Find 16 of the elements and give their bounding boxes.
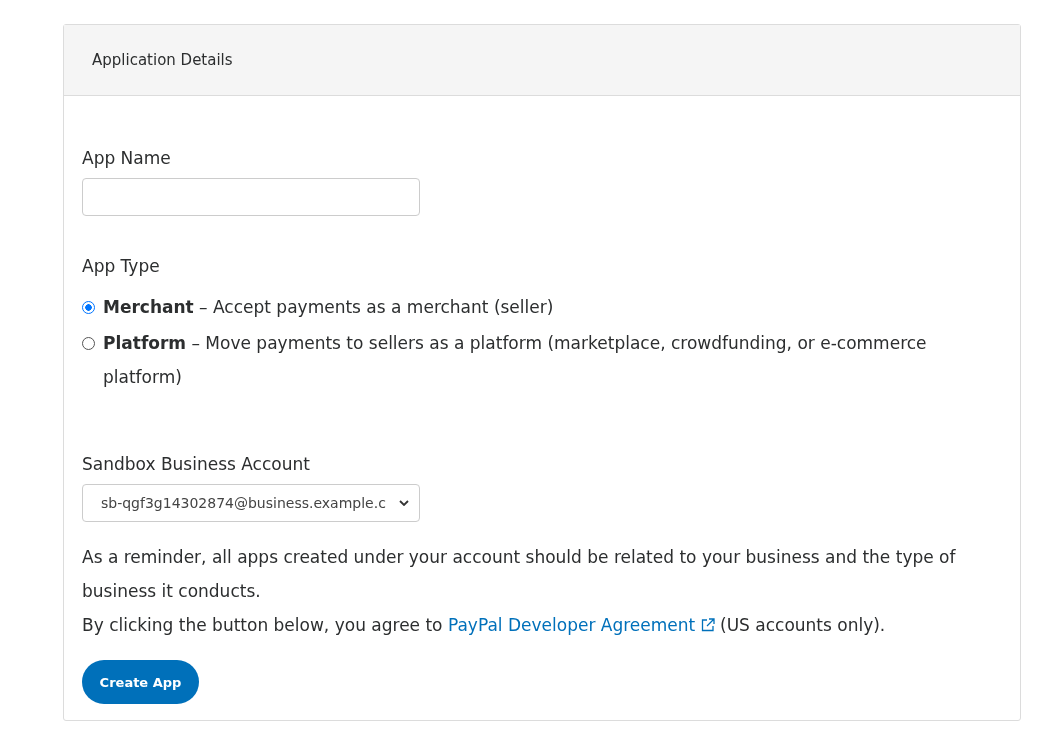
reminder-text: As a reminder, all apps created under your account should be related to your business and the type of business it conducts. bbox=[82, 546, 957, 603]
field-label: App Name bbox=[82, 148, 172, 168]
create-app-button[interactable]: Create App bbox=[82, 660, 199, 704]
radio-button[interactable] bbox=[82, 337, 95, 350]
app-name-field[interactable] bbox=[82, 178, 420, 216]
radio-label: Merchant – Accept payments as a merchant (seller) bbox=[103, 296, 554, 319]
agreement-text: By clicking the button below, you agree to PayPal Developer Agreement (US accounts only). bbox=[82, 614, 887, 637]
chevron-down-icon bbox=[399, 500, 409, 506]
panel-title: Application Details bbox=[92, 51, 233, 69]
radio-button[interactable] bbox=[82, 301, 95, 314]
external-link-icon bbox=[700, 618, 715, 632]
agreement-link[interactable]: PayPal Developer Agreement bbox=[447, 615, 696, 635]
field-label: App Type bbox=[82, 256, 161, 276]
field-label: Sandbox Business Account bbox=[82, 454, 311, 474]
account-select[interactable]: sb-qgf3g14302874@business.example.c bbox=[82, 484, 420, 522]
radio-label: Platform – Move payments to sellers as a platform (marketplace, crowdfunding, or e-commerce platform) bbox=[103, 332, 928, 389]
